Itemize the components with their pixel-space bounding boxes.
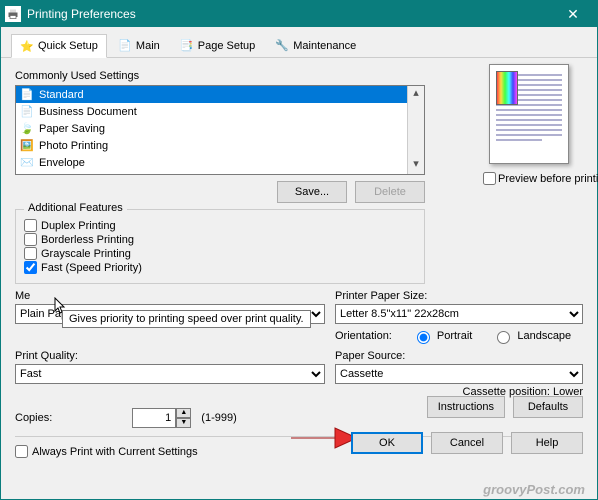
tab-bar: ⭐Quick Setup 📄Main 📑Page Setup 🔧Maintena…	[1, 27, 597, 58]
defaults-button[interactable]: Defaults	[513, 396, 583, 418]
star-icon: ⭐	[20, 39, 34, 53]
close-button[interactable]: ✕	[553, 6, 593, 23]
paper-size-select[interactable]: Letter 8.5"x11" 22x28cm	[335, 304, 583, 324]
list-item[interactable]: 📄Standard	[16, 86, 407, 103]
doc-icon: 📄	[20, 88, 34, 102]
spin-up[interactable]: ▲	[176, 408, 191, 418]
additional-features-group: Additional Features Duplex Printing Bord…	[15, 209, 425, 284]
help-button[interactable]: Help	[511, 432, 583, 454]
tab-maintenance[interactable]: 🔧Maintenance	[266, 33, 365, 57]
photo-icon: 🖼️	[20, 139, 34, 153]
save-button[interactable]: Save...	[277, 181, 347, 203]
preview-label: Preview before printing	[498, 173, 598, 185]
printer-icon	[5, 6, 21, 22]
list-item[interactable]: ✉️Envelope	[16, 154, 407, 171]
doc-icon: 📄	[20, 105, 34, 119]
print-quality-select[interactable]: Fast	[15, 364, 325, 384]
copies-range: (1-999)	[201, 412, 236, 424]
titlebar: Printing Preferences ✕	[1, 1, 597, 27]
scrollbar[interactable]: ▴▾	[407, 86, 424, 174]
list-item[interactable]: 🖼️Photo Printing	[16, 137, 407, 154]
media-type-label: Me	[15, 290, 325, 302]
commonly-used-listbox[interactable]: 📄Standard 📄Business Document 🍃Paper Savi…	[15, 85, 425, 175]
scroll-up[interactable]: ▴	[408, 86, 424, 103]
copies-input[interactable]	[132, 408, 176, 428]
layout-icon: 📑	[180, 39, 194, 53]
list-item[interactable]: 🍃Paper Saving	[16, 120, 407, 137]
borderless-checkbox[interactable]	[24, 233, 37, 246]
tooltip: Gives priority to printing speed over pr…	[62, 310, 311, 328]
preview-thumbnail	[489, 64, 569, 164]
scroll-down[interactable]: ▾	[408, 157, 424, 174]
always-print-checkbox[interactable]	[15, 445, 28, 458]
always-print-label: Always Print with Current Settings	[32, 446, 198, 458]
landscape-radio[interactable]	[497, 331, 510, 344]
paper-source-label: Paper Source:	[335, 350, 583, 362]
envelope-icon: ✉️	[20, 156, 34, 170]
tab-main[interactable]: 📄Main	[109, 33, 169, 57]
window-title: Printing Preferences	[27, 7, 553, 21]
delete-button: Delete	[355, 181, 425, 203]
duplex-checkbox[interactable]	[24, 219, 37, 232]
print-quality-label: Print Quality:	[15, 350, 325, 362]
list-item[interactable]: 📄Business Document	[16, 103, 407, 120]
instructions-button[interactable]: Instructions	[427, 396, 505, 418]
cancel-button[interactable]: Cancel	[431, 432, 503, 454]
ok-button[interactable]: OK	[351, 432, 423, 454]
page-icon: 📄	[118, 39, 132, 53]
preview-before-printing-checkbox[interactable]	[483, 172, 496, 185]
grayscale-checkbox[interactable]	[24, 247, 37, 260]
preview-area: Preview before printing	[483, 64, 575, 185]
leaf-icon: 🍃	[20, 122, 34, 136]
tab-page-setup[interactable]: 📑Page Setup	[171, 33, 265, 57]
watermark: groovyPost.com	[483, 482, 585, 497]
copies-label: Copies:	[15, 412, 52, 424]
wrench-icon: 🔧	[275, 39, 289, 53]
paper-size-label: Printer Paper Size:	[335, 290, 583, 302]
spin-down[interactable]: ▼	[176, 418, 191, 428]
portrait-radio[interactable]	[417, 331, 430, 344]
fast-checkbox[interactable]	[24, 261, 37, 274]
tab-quick-setup[interactable]: ⭐Quick Setup	[11, 34, 107, 58]
paper-source-select[interactable]: Cassette	[335, 364, 583, 384]
additional-features-label: Additional Features	[24, 202, 127, 214]
orientation-label: Orientation:	[335, 330, 392, 342]
